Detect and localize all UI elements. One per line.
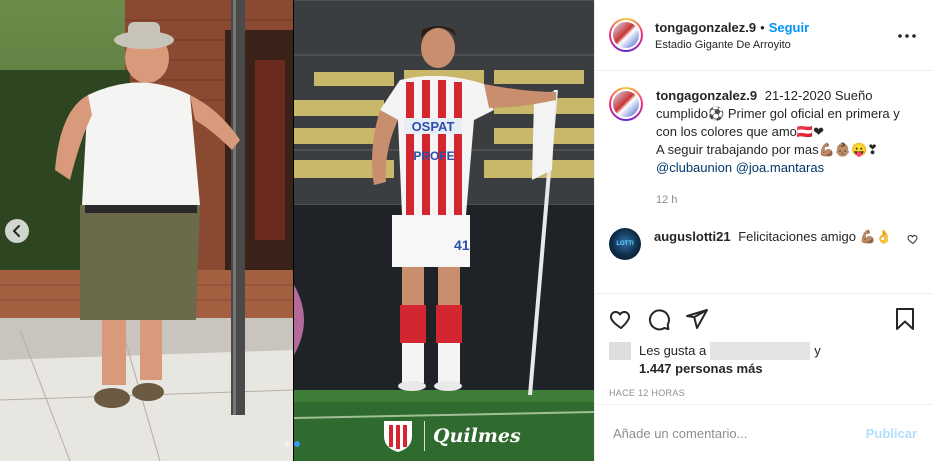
liker-name-redacted[interactable]	[710, 342, 811, 360]
bookmark-icon	[896, 308, 914, 330]
heart-icon	[609, 311, 631, 329]
comment-icon	[648, 309, 670, 331]
liker-avatar-redacted	[609, 342, 631, 360]
header-row: tongagonzalez.9 • Seguir	[655, 20, 897, 35]
carousel-dot	[284, 441, 290, 447]
author-avatar[interactable]	[609, 18, 643, 52]
post-actions: Les gusta a y 1.447 personas más HACE 12…	[595, 293, 933, 404]
photo-man-by-pole	[0, 0, 293, 461]
caption-time[interactable]: 12 h	[656, 191, 919, 209]
chevron-left-icon	[13, 225, 20, 237]
heart-icon	[907, 234, 918, 245]
caption-text-2: A seguir trabajando por mas💪🏽👶🏽😛❣	[656, 142, 879, 157]
post-location[interactable]: Estadio Gigante De Arroyito	[655, 39, 897, 51]
mention-link[interactable]: @clubaunion	[656, 160, 732, 175]
sponsor-logo: Quilmes	[433, 425, 521, 447]
commenter-username[interactable]: auguslotti21	[654, 229, 731, 244]
carousel-prev-button[interactable]	[5, 219, 29, 243]
header-text: tongagonzalez.9 • Seguir Estadio Gigante…	[655, 20, 897, 51]
sponsor-watermark: Quilmes	[380, 418, 521, 454]
save-button[interactable]	[893, 307, 917, 331]
share-icon	[686, 309, 708, 329]
more-horizontal-icon	[898, 34, 916, 38]
post-timestamp[interactable]: HACE 12 HORAS	[609, 388, 917, 398]
likes-prefix: Les gusta a	[639, 343, 707, 358]
caption-body: tongagonzalez.9 21-12-2020 Sueño cumplid…	[656, 87, 919, 209]
comment-item: LOTTI auguslotti21 Felicitaciones amigo …	[609, 228, 919, 260]
separator-dot: •	[760, 19, 765, 35]
svg-text:41: 41	[454, 237, 470, 253]
commenter-avatar-text: LOTTI	[616, 241, 634, 247]
caption-username[interactable]: tongagonzalez.9	[656, 88, 757, 103]
svg-text:PROFE: PROFE	[413, 149, 454, 163]
comment-text: Felicitaciones amigo 💪🏽👌	[738, 229, 892, 244]
caption-avatar-image	[611, 89, 641, 119]
commenter-avatar[interactable]: LOTTI	[609, 228, 641, 260]
comment-like-button[interactable]	[907, 232, 919, 250]
publish-button[interactable]: Publicar	[866, 426, 917, 441]
post-media[interactable]: OSPAT PROFE 41 Quilmes	[0, 0, 594, 461]
more-options-button[interactable]	[897, 26, 917, 44]
club-crest-icon	[384, 421, 412, 452]
comment-input[interactable]	[611, 424, 866, 442]
caption: tongagonzalez.9 21-12-2020 Sueño cumplid…	[609, 87, 919, 209]
comment-body: auguslotti21 Felicitaciones amigo 💪🏽👌	[654, 228, 901, 246]
likes-summary: Les gusta a y 1.447 personas más	[609, 342, 917, 378]
comment-button[interactable]	[647, 307, 671, 331]
like-button[interactable]	[609, 307, 633, 331]
watermark-divider	[424, 421, 425, 451]
share-button[interactable]	[685, 307, 709, 331]
comments-section[interactable]: tongagonzalez.9 21-12-2020 Sueño cumplid…	[595, 71, 933, 293]
mention-link[interactable]: @joa.mantaras	[736, 160, 824, 175]
likes-conjunction: y	[814, 343, 821, 358]
follow-button[interactable]: Seguir	[769, 20, 809, 35]
add-comment-bar: Publicar	[595, 404, 933, 461]
author-username[interactable]: tongagonzalez.9	[655, 20, 756, 35]
post-side-panel: tongagonzalez.9 • Seguir Estadio Gigante…	[594, 0, 933, 461]
carousel-indicator	[284, 441, 300, 447]
instagram-post: OSPAT PROFE 41 Quilmes tongagonzalez.9 •…	[0, 0, 933, 461]
likes-count[interactable]: 1.447 personas más	[639, 360, 763, 378]
caption-avatar[interactable]	[609, 87, 643, 121]
svg-text:OSPAT: OSPAT	[412, 119, 455, 134]
action-bar	[609, 302, 917, 336]
photo-football-player: OSPAT PROFE 41	[294, 0, 594, 461]
carousel-dot-active	[294, 441, 300, 447]
post-header: tongagonzalez.9 • Seguir Estadio Gigante…	[595, 0, 933, 71]
author-avatar-image	[611, 20, 641, 50]
